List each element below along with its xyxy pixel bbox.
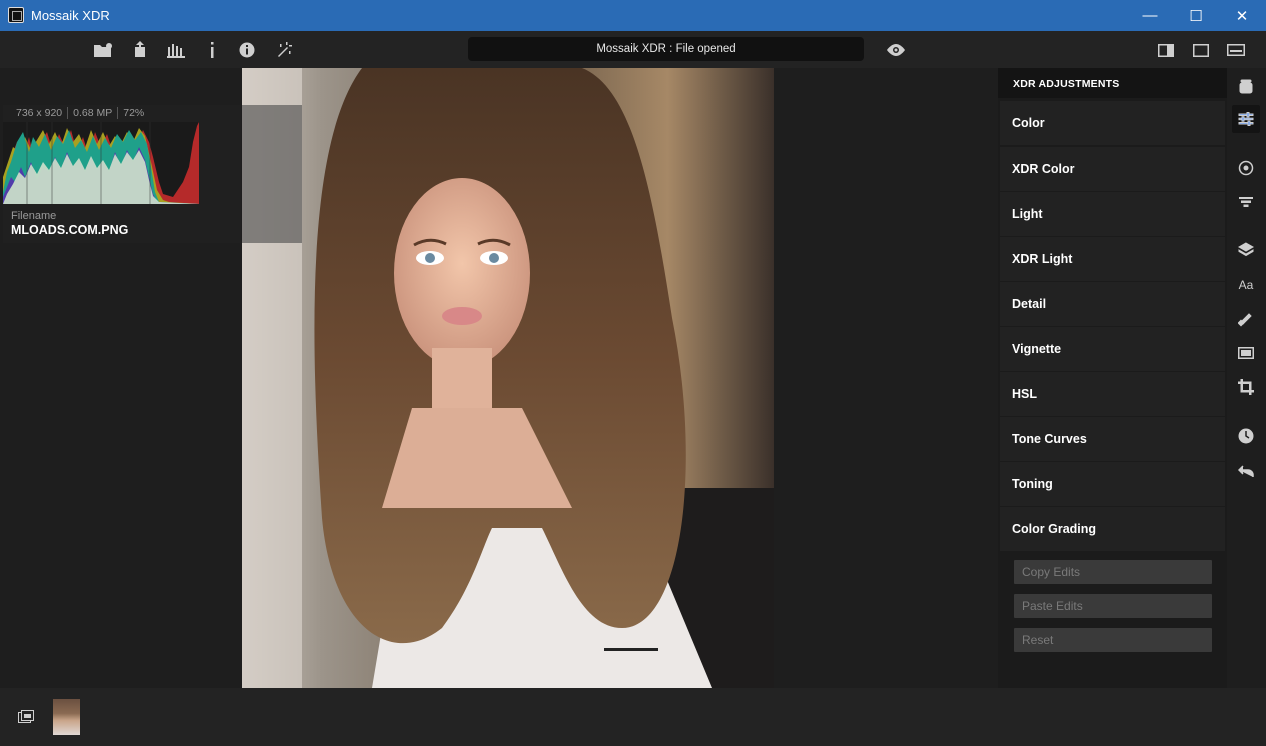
- image-thumbnail[interactable]: [53, 699, 80, 735]
- text-icon[interactable]: Aa: [1232, 271, 1260, 299]
- browse-icon[interactable]: [18, 710, 34, 724]
- adj-vignette[interactable]: Vignette: [1000, 327, 1225, 371]
- adjustments-panel: XDR ADJUSTMENTS Color XDR Color Light XD…: [998, 68, 1227, 688]
- reset-button[interactable]: Reset: [1014, 628, 1212, 652]
- magic-wand-icon[interactable]: [273, 40, 295, 60]
- adj-color[interactable]: Color: [1000, 101, 1225, 145]
- adjustments-header: XDR ADJUSTMENTS: [998, 68, 1227, 98]
- histogram-icon[interactable]: [165, 40, 187, 60]
- image-dimensions: 736 x 920: [11, 107, 69, 119]
- close-button[interactable]: ✕: [1219, 0, 1265, 31]
- status-message: Mossaik XDR : File opened: [468, 37, 864, 61]
- adj-hsl[interactable]: HSL: [1000, 372, 1225, 416]
- adj-color-grading[interactable]: Color Grading: [1000, 507, 1225, 551]
- histogram: [3, 122, 199, 204]
- filename-label: Filename: [11, 210, 57, 222]
- canvas-background: [774, 68, 998, 688]
- adj-xdr-color[interactable]: XDR Color: [1000, 147, 1225, 191]
- adj-toning[interactable]: Toning: [1000, 462, 1225, 506]
- filter-icon[interactable]: [1232, 188, 1260, 216]
- layout-split-icon[interactable]: [1155, 40, 1177, 60]
- presets-icon[interactable]: [1232, 72, 1260, 100]
- image-meta: 736 x 920 0.68 MP 72%: [11, 107, 149, 119]
- undo-icon[interactable]: [1232, 457, 1260, 485]
- minimize-button[interactable]: —: [1127, 0, 1173, 31]
- app-window: Mossaik XDR — ☐ ✕ Mossaik XDR : File ope…: [0, 0, 1266, 746]
- open-folder-icon[interactable]: [92, 40, 114, 60]
- adj-detail[interactable]: Detail: [1000, 282, 1225, 326]
- left-info-panel: 736 x 920 0.68 MP 72% Filename MLOADS.COM.…: [0, 68, 242, 688]
- window-title: Mossaik XDR: [31, 8, 110, 23]
- image-megapixels: 0.68 MP: [68, 107, 119, 119]
- copy-edits-button[interactable]: Copy Edits: [1014, 560, 1212, 584]
- frame-icon[interactable]: [1232, 339, 1260, 367]
- eye-icon[interactable]: [885, 40, 907, 60]
- adj-light[interactable]: Light: [1000, 192, 1225, 236]
- info-i-icon[interactable]: [201, 40, 223, 60]
- adj-xdr-light[interactable]: XDR Light: [1000, 237, 1225, 281]
- export-icon[interactable]: [129, 40, 151, 60]
- adj-tone-curves[interactable]: Tone Curves: [1000, 417, 1225, 461]
- portrait-image: [242, 68, 774, 688]
- filmstrip: [0, 688, 1266, 746]
- heal-icon[interactable]: [1232, 305, 1260, 333]
- app-logo-icon: [8, 7, 24, 23]
- history-icon[interactable]: [1232, 422, 1260, 450]
- info-circle-icon[interactable]: [236, 40, 258, 60]
- zoom-level: 72%: [123, 107, 145, 119]
- layout-single-icon[interactable]: [1190, 40, 1212, 60]
- layout-filmstrip-icon[interactable]: [1225, 40, 1247, 60]
- maximize-button[interactable]: ☐: [1173, 0, 1219, 31]
- tool-rail: Aa: [1227, 68, 1266, 688]
- crop-icon[interactable]: [1232, 373, 1260, 401]
- radial-icon[interactable]: [1232, 154, 1260, 182]
- layers-icon[interactable]: [1232, 236, 1260, 264]
- toolbar: Mossaik XDR : File opened: [0, 31, 1266, 68]
- paste-edits-button[interactable]: Paste Edits: [1014, 594, 1212, 618]
- filename-value: MLOADS.COM.PNG: [11, 223, 129, 237]
- adjustments-icon[interactable]: [1232, 105, 1260, 133]
- image-canvas[interactable]: [242, 68, 774, 688]
- title-bar: Mossaik XDR — ☐ ✕: [0, 0, 1266, 31]
- image-info-box: 736 x 920 0.68 MP 72% Filename MLOADS.COM.…: [3, 105, 241, 243]
